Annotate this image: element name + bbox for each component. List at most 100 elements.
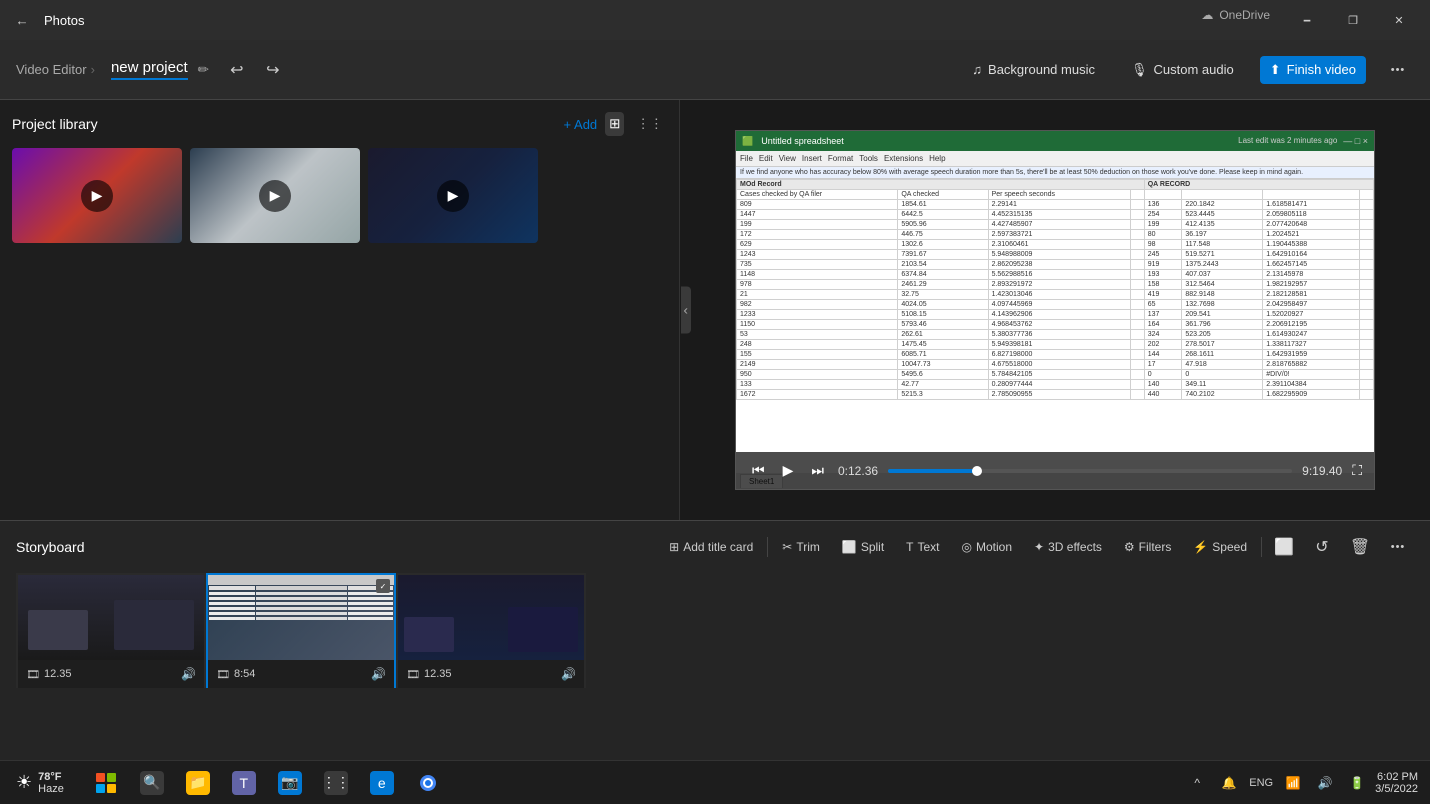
tray-notification[interactable]: 🔔 xyxy=(1215,769,1243,797)
undo-redo-controls: ↩ ↪ xyxy=(221,54,289,86)
cloud-icon: ☁ xyxy=(1201,8,1213,22)
video-editor-link[interactable]: Video Editor xyxy=(16,62,87,77)
sheet-menu-file[interactable]: File xyxy=(740,154,753,163)
col-empty2 xyxy=(1144,190,1182,200)
file-explorer-icon: 📁 xyxy=(186,771,210,795)
media-item[interactable]: ▶ xyxy=(368,148,538,243)
cell-13-7 xyxy=(1359,330,1373,340)
cell-17-5: 0 xyxy=(1182,370,1263,380)
tray-chevron[interactable]: ^ xyxy=(1183,769,1211,797)
edge-taskbar-button[interactable]: e xyxy=(360,761,404,804)
progress-bar[interactable] xyxy=(888,469,1292,473)
video-preview-region: 🟩 Untitled spreadsheet Last edit was 2 m… xyxy=(680,100,1430,520)
sheet-menu-extensions[interactable]: Extensions xyxy=(884,154,923,163)
taskbar-clock[interactable]: 6:02 PM 3/5/2022 xyxy=(1375,771,1418,795)
cell-7-4: 193 xyxy=(1144,270,1182,280)
sheet-menu-tools[interactable]: Tools xyxy=(859,154,878,163)
cell-18-2: 0.280977444 xyxy=(988,380,1130,390)
fullscreen-button[interactable]: ⛶ xyxy=(1352,462,1362,479)
play-button[interactable]: ▶ xyxy=(779,460,798,481)
cell-4-5: 117.548 xyxy=(1182,240,1263,250)
cell-0-1: 1854.61 xyxy=(898,200,988,210)
speed-button[interactable]: ⚡ Speed xyxy=(1185,535,1255,559)
table-row: 7352103.542.8620952389191375.24431.66245… xyxy=(737,260,1374,270)
media-item[interactable]: ▶ xyxy=(12,148,182,243)
tray-volume[interactable]: 🔊 xyxy=(1311,769,1339,797)
cell-13-4: 324 xyxy=(1144,330,1182,340)
cell-15-7 xyxy=(1359,350,1373,360)
storyboard-clips: 🎞 12.35 🔊 xyxy=(16,573,1414,688)
add-title-card-button[interactable]: ⊞ Add title card xyxy=(661,535,761,559)
cell-12-2: 4.968453762 xyxy=(988,320,1130,330)
edit-title-button[interactable]: ✏ xyxy=(194,58,213,82)
sheet-menu-insert[interactable]: Insert xyxy=(802,154,822,163)
sheet-menu-bar: File Edit View Insert Format Tools Exten… xyxy=(736,151,1374,167)
3d-effects-button[interactable]: ✦ 3D effects xyxy=(1026,535,1110,559)
storyboard-clip-1[interactable]: 🎞 12.35 🔊 xyxy=(16,573,206,688)
undo-button[interactable]: ↩ xyxy=(221,54,253,86)
sheet-data-rows: 8091854.612.29141136220.18421.6185814711… xyxy=(737,200,1374,400)
cell-17-6: #DIV/0! xyxy=(1263,370,1360,380)
cell-18-5: 349.11 xyxy=(1182,380,1263,390)
storyboard-clip-3[interactable]: 🎞 12.35 🔊 xyxy=(396,573,586,688)
back-button[interactable]: ← xyxy=(8,6,36,34)
media-item[interactable]: ▶ xyxy=(190,148,360,243)
col-empty3 xyxy=(1182,190,1263,200)
collapse-panel-button[interactable]: ‹ xyxy=(681,287,691,334)
grid-view-button[interactable]: ⊞ xyxy=(605,112,624,136)
more-storyboard-button[interactable]: ••• xyxy=(1382,531,1414,563)
storyboard-clip-2[interactable]: ✓ 🎞 8:54 🔊 xyxy=(206,573,396,688)
rotate-button[interactable]: ↺ xyxy=(1306,531,1338,563)
rewind-button[interactable]: ⏮ xyxy=(748,460,769,481)
weather-widget[interactable]: ☀ 78°F Haze xyxy=(8,767,72,799)
cell-8-4: 158 xyxy=(1144,280,1182,290)
motion-button[interactable]: ◎ Motion xyxy=(954,535,1021,559)
trim-button[interactable]: ✂ Trim xyxy=(774,535,828,559)
cell-13-6: 1.614930247 xyxy=(1263,330,1360,340)
cell-0-7 xyxy=(1359,200,1373,210)
cell-6-5: 1375.2443 xyxy=(1182,260,1263,270)
redo-button[interactable]: ↪ xyxy=(257,54,289,86)
background-music-button[interactable]: ♫ Background music xyxy=(962,56,1105,83)
more-apps-taskbar-button[interactable]: ⋮⋮ xyxy=(314,761,358,804)
more-options-button[interactable]: ••• xyxy=(1382,54,1414,86)
delete-button[interactable]: 🗑 xyxy=(1344,531,1376,563)
chrome-taskbar-button[interactable] xyxy=(406,761,450,804)
content-area: Project library + Add ⊞ ⋮⋮ ▶ ▶ xyxy=(0,100,1430,520)
cell-3-7 xyxy=(1359,230,1373,240)
text-button[interactable]: T Text xyxy=(898,535,947,559)
search-taskbar-button[interactable]: 🔍 xyxy=(130,761,174,804)
cell-4-2: 2.31060461 xyxy=(988,240,1130,250)
cell-19-5: 740.2102 xyxy=(1182,390,1263,400)
cell-9-4: 419 xyxy=(1144,290,1182,300)
add-media-button[interactable]: + Add xyxy=(564,112,598,136)
cell-11-2: 4.143962906 xyxy=(988,310,1130,320)
onedrive-area: ☁ OneDrive xyxy=(1201,8,1270,22)
tray-battery[interactable]: 🔋 xyxy=(1343,769,1371,797)
tray-network[interactable]: 📶 xyxy=(1279,769,1307,797)
restore-button[interactable]: ❐ xyxy=(1330,0,1376,40)
list-view-button[interactable]: ⋮⋮ xyxy=(632,112,667,136)
cell-5-1: 7391.67 xyxy=(898,250,988,260)
sheet-menu-view[interactable]: View xyxy=(779,154,796,163)
clip-2-film-icon: 🎞 xyxy=(216,668,230,681)
cell-18-0: 133 xyxy=(737,380,898,390)
sheet-menu-help[interactable]: Help xyxy=(929,154,945,163)
close-button[interactable]: ✕ xyxy=(1376,0,1422,40)
start-button[interactable] xyxy=(84,761,128,804)
filters-button[interactable]: ⚙ Filters xyxy=(1116,535,1179,559)
tray-keyboard[interactable]: ENG xyxy=(1247,769,1275,797)
motion-icon: ◎ xyxy=(962,540,972,554)
split-button[interactable]: ⬜ Split xyxy=(834,535,892,559)
photos-taskbar-button[interactable]: 📷 xyxy=(268,761,312,804)
forward-button[interactable]: ⏭ xyxy=(807,460,828,481)
sheet-menu-edit[interactable]: Edit xyxy=(759,154,773,163)
custom-audio-button[interactable]: 🎙 Custom audio xyxy=(1121,56,1244,84)
finish-video-button[interactable]: ⬆ Finish video xyxy=(1260,56,1366,84)
sheet-menu-format[interactable]: Format xyxy=(828,154,853,163)
aspect-ratio-button[interactable]: ⬜ xyxy=(1268,531,1300,563)
teams-taskbar-button[interactable]: T xyxy=(222,761,266,804)
minimize-button[interactable]: 🗕 xyxy=(1284,0,1330,40)
file-explorer-taskbar-button[interactable]: 📁 xyxy=(176,761,220,804)
cell-3-0: 172 xyxy=(737,230,898,240)
